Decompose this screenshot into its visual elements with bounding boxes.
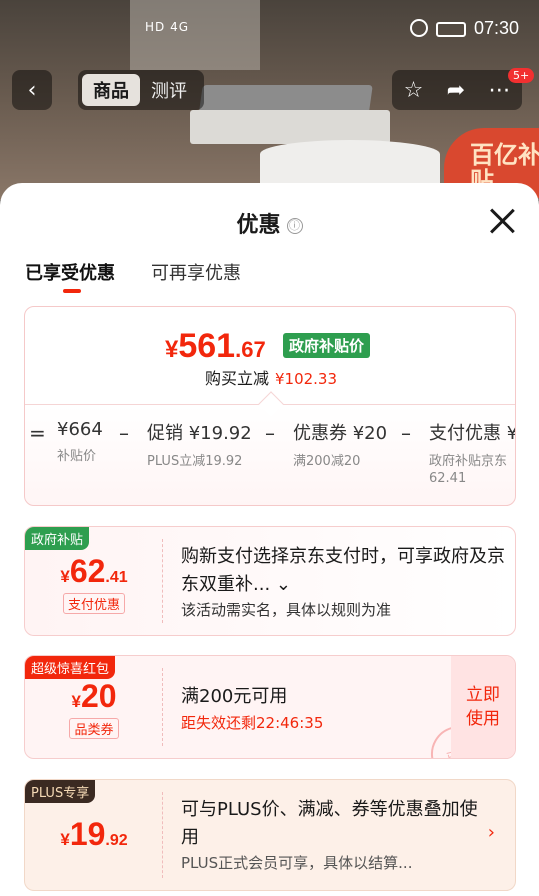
card-sub: 品类券 [25,718,163,739]
formula-label: 补贴价 [57,449,97,464]
card-type-label: 品类券 [69,718,119,739]
share-icon[interactable]: ➦ [447,78,465,103]
tab-review[interactable]: 测评 [140,74,198,106]
reduce-amount: ¥102.33 [274,370,338,388]
card-description: 可与PLUS价、满减、券等优惠叠加使用 [181,799,478,848]
formula-value: ¥664 [57,419,103,440]
card-sub: 支付优惠 [25,593,163,614]
coupon-card: 超级惊喜红包 ¥20 品类券 满200元可用 距失效还剩22:46:35 已领 … [24,655,516,759]
product-nav-tabs: 商品 测评 [78,70,204,110]
divider-notch [258,391,284,417]
reduce-label: 购买立减 [204,369,269,388]
formula-label: 政府补贴京东 62.41 [429,453,515,487]
card-amount: ¥20 [25,678,163,715]
formula-item: 促销 ¥19.92 PLUS立减19.92 [147,419,252,470]
formula-value: 促销 ¥19.92 [147,423,252,444]
card-content: 购新支付选择京东支付时，可享政府及京东双重补... ⌄ 该活动需实名，具体以规则… [181,527,515,635]
product-image-book [190,110,390,144]
gov-price-tag: 政府补贴价 [283,333,371,358]
message-badge: 5+ [508,68,535,83]
signal-icon: HD 4G [145,20,190,34]
card-amount: ¥62.41 [25,553,163,590]
tab-product[interactable]: 商品 [82,74,140,106]
card-amount: ¥19.92 [25,816,163,853]
formula-item: ¥664 补贴价 [57,419,103,465]
alarm-icon [410,19,428,37]
card-corner-tag: PLUS专享 [25,780,96,803]
price-integer: 561 [178,327,236,365]
formula-label-line: 62.41 [429,471,467,486]
more-icon[interactable]: ⋯ [488,78,510,103]
sheet-title: 优惠 [236,213,281,238]
chevron-right-icon[interactable]: › [488,822,495,843]
formula-label-line: 政府补贴京东 [429,454,508,469]
dashed-separator [162,539,163,623]
coupon-countdown: 距失效还剩22:46:35 [181,714,324,732]
status-time: 07:30 [474,18,520,38]
card-corner-tag: 政府补贴 [25,527,90,550]
formula-item: 优惠券 ¥20 满200减20 [293,419,387,470]
card-note: PLUS正式会员可享，具体以结算... [181,854,413,872]
formula-operator: – [401,421,411,445]
gov-subsidy-card[interactable]: 政府补贴 ¥62.41 支付优惠 购新支付选择京东支付时，可享政府及京东双重补.… [24,526,516,636]
card-description[interactable]: 购新支付选择京东支付时，可享政府及京东双重补... ⌄ [181,543,506,599]
card-note: 该活动需实名，具体以规则为准 [181,601,392,619]
formula-value: 优惠券 ¥20 [293,423,388,444]
discount-tabs: 已享受优惠 可再享优惠 [25,259,241,293]
reduce-row: 购买立减 ¥102.33 [25,365,517,389]
card-type-label: 支付优惠 [62,593,125,614]
status-bar: HD 4G 07:30 [0,14,539,50]
price-summary-card: ¥561.67 政府补贴价 购买立减 ¥102.33 = ¥664 补贴价 – 促… [24,306,516,506]
formula-item: 支付优惠 ¥ 政府补贴京东 62.41 [429,419,515,487]
card-content: 满200元可用 距失效还剩22:46:35 已领 立即使用 [181,656,515,758]
final-price: ¥561.67 [165,327,266,366]
card-description-text: 购新支付选择京东支付时，可享政府及京东双重补... [181,546,505,595]
formula-label: PLUS立减19.92 [147,454,243,469]
amount-integer: 19 [69,816,106,852]
currency-symbol: ¥ [165,336,179,363]
coupon-condition: 满200元可用 [181,686,288,707]
use-now-label: 立即使用 [466,685,500,729]
dashed-separator [162,792,163,878]
tab-enjoyed[interactable]: 已享受优惠 [25,259,115,293]
discount-sheet: 优惠 ⓘ 已享受优惠 可再享优惠 ¥561.67 政府补贴价 购买立减 ¥102.3… [0,183,539,896]
formula-operator: = [29,421,46,445]
sheet-title-row: 优惠 ⓘ [0,207,539,239]
card-content: 可与PLUS价、满减、券等优惠叠加使用 PLUS正式会员可享，具体以结算... … [181,780,515,890]
amount-integer: 20 [80,678,117,714]
currency-symbol: ¥ [71,692,81,711]
chevron-down-icon: ⌄ [275,574,291,595]
use-now-button[interactable]: 立即使用 [451,656,515,758]
formula-operator: – [119,421,129,445]
back-button[interactable]: ‹ [12,70,52,110]
price-decimal: .67 [235,337,266,362]
price-formula[interactable]: = ¥664 补贴价 – 促销 ¥19.92 PLUS立减19.92 – 优惠券… [25,419,515,499]
nav-actions: ☆ ➦ ⋯ [392,70,522,110]
formula-value: 支付优惠 ¥ [429,423,515,444]
amount-integer: 62 [69,553,106,589]
info-icon[interactable]: ⓘ [286,218,303,234]
currency-symbol: ¥ [60,830,70,849]
amount-decimal: .41 [105,569,128,586]
currency-symbol: ¥ [60,567,70,586]
battery-icon [436,22,466,37]
card-corner-tag: 超级惊喜红包 [25,656,116,679]
plus-card[interactable]: PLUS专享 ¥19.92 可与PLUS价、满减、券等优惠叠加使用 PLUS正式… [24,779,516,891]
amount-decimal: .92 [105,832,128,849]
tab-available[interactable]: 可再享优惠 [151,259,241,285]
formula-operator: – [265,421,275,445]
formula-label: 满200减20 [293,454,361,469]
star-icon[interactable]: ☆ [404,78,424,103]
dashed-separator [162,668,163,746]
close-button[interactable] [488,207,516,235]
chevron-left-icon: ‹ [27,77,37,103]
